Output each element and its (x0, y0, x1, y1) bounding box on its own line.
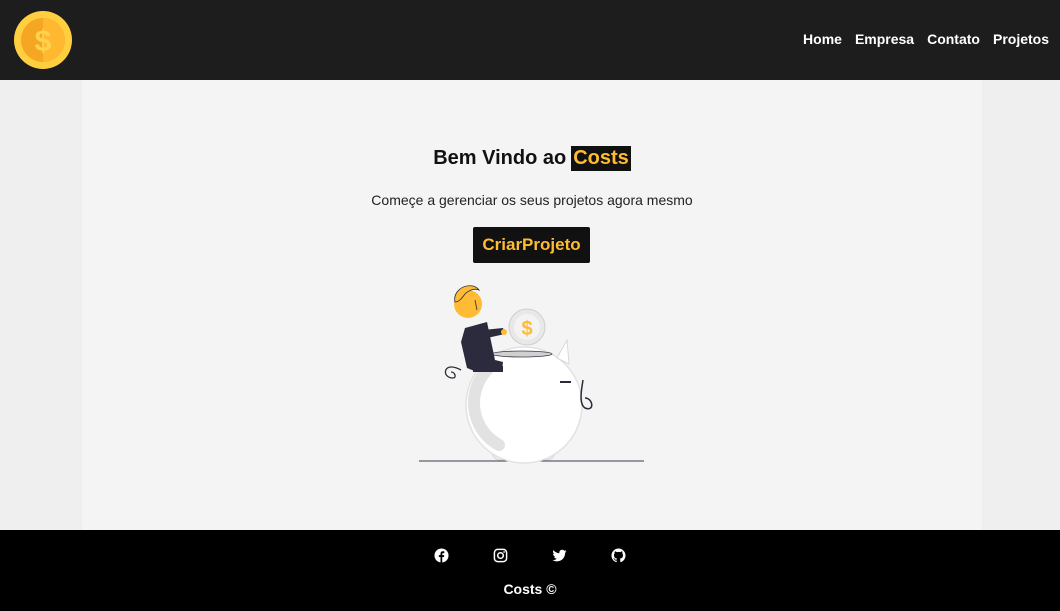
footer: Costs © (0, 530, 1060, 611)
logo-link[interactable]: $ (14, 11, 72, 69)
nav-link-contato[interactable]: Contato (927, 31, 980, 47)
twitter-link[interactable] (552, 548, 567, 563)
title-brand: Costs (571, 146, 631, 171)
svg-text:$: $ (521, 318, 532, 340)
github-icon (611, 548, 626, 563)
navbar: $ Home Empresa Contato Projetos (0, 0, 1060, 80)
nav-link-empresa[interactable]: Empresa (855, 31, 914, 47)
nav-menu: Home Empresa Contato Projetos (790, 31, 1049, 49)
title-prefix: Bem Vindo ao (433, 147, 567, 169)
facebook-link[interactable] (434, 548, 449, 563)
facebook-icon (434, 548, 449, 563)
create-project-button[interactable]: CriarProjeto (473, 227, 590, 263)
copyright-brand: Costs (503, 581, 543, 597)
copyright-symbol: © (546, 581, 557, 597)
nav-link-home[interactable]: Home (803, 31, 842, 47)
twitter-icon (552, 549, 567, 562)
svg-text:$: $ (35, 25, 52, 58)
main-container: Bem Vindo ao Costs Começe a gerenciar os… (82, 80, 982, 530)
instagram-icon (493, 548, 508, 563)
piggy-bank-illustration: $ (419, 285, 644, 464)
coin-dollar-icon: $ (14, 11, 72, 69)
github-link[interactable] (611, 548, 626, 563)
nav-link-projetos[interactable]: Projetos (993, 31, 1049, 47)
instagram-link[interactable] (493, 548, 508, 563)
copyright: Costs © (0, 581, 1060, 597)
social-links (0, 548, 1060, 563)
hero-subtitle: Começe a gerenciar os seus projetos agor… (371, 192, 693, 208)
page-title: Bem Vindo ao Costs (82, 146, 982, 171)
